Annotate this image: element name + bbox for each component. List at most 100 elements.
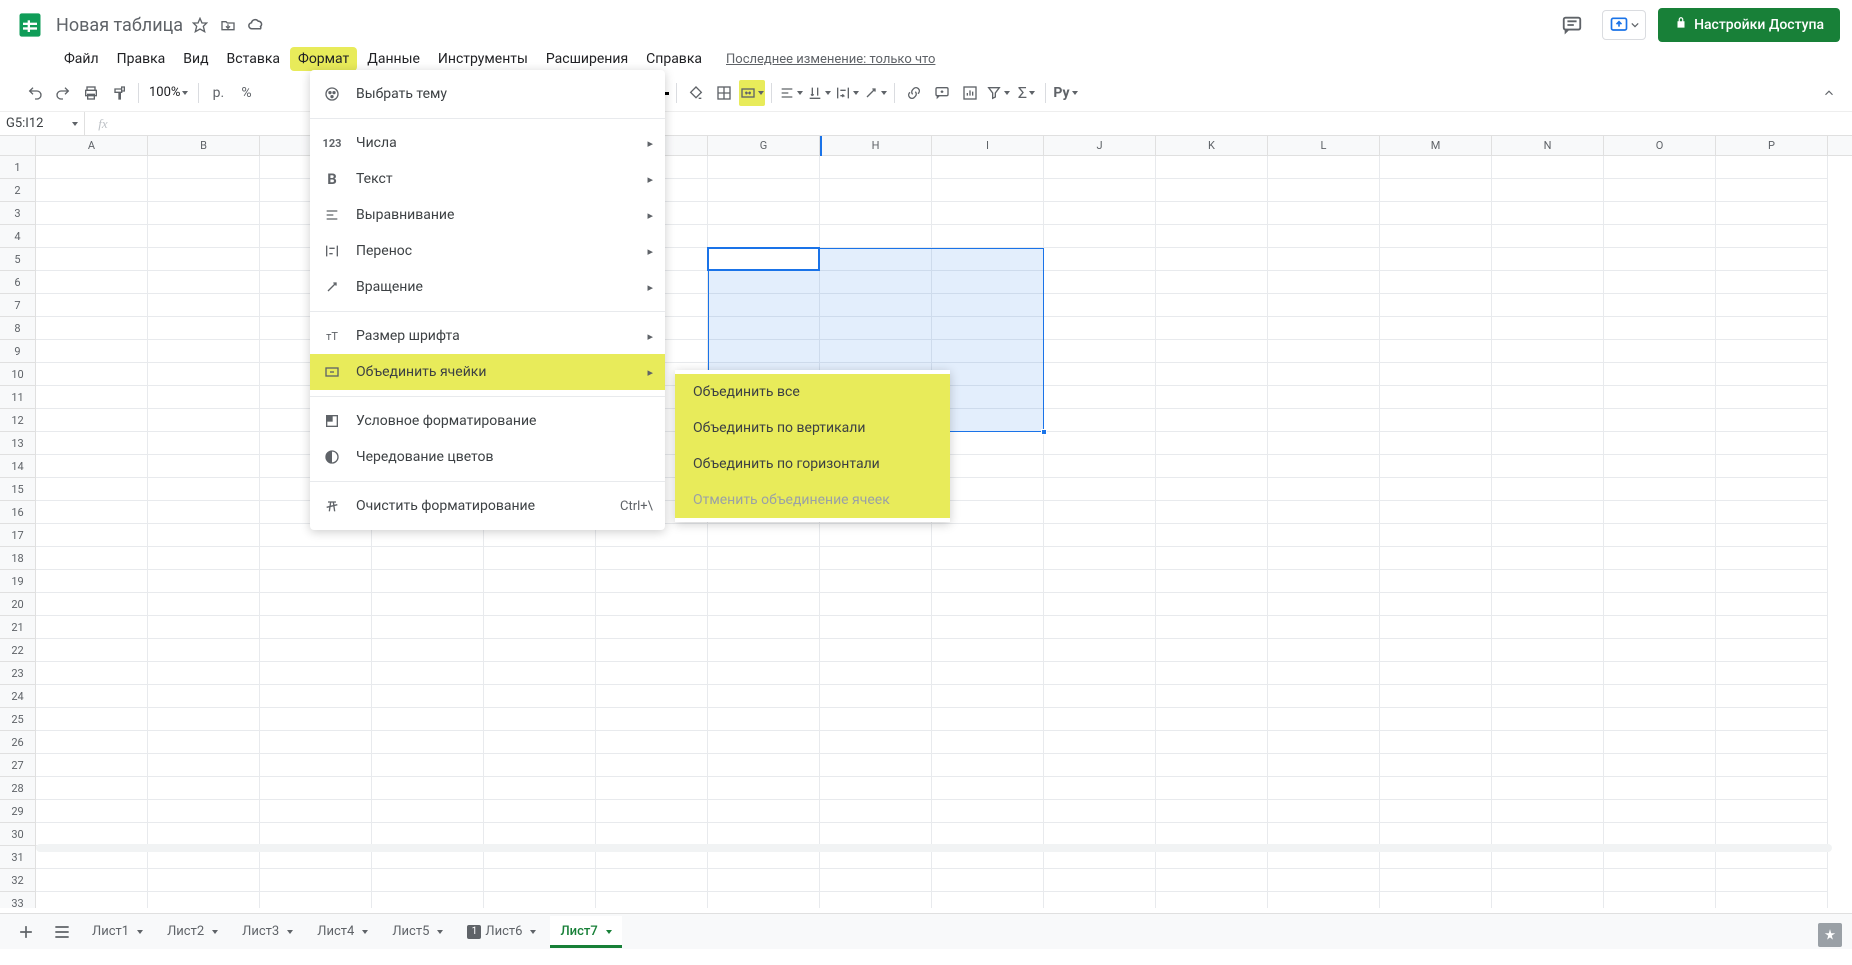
cell[interactable] (1044, 547, 1156, 570)
cell[interactable] (1492, 869, 1604, 892)
sheet-tab[interactable]: Лист4 (307, 916, 378, 948)
cell[interactable] (1380, 616, 1492, 639)
cell[interactable] (1604, 386, 1716, 409)
doc-title[interactable]: Новая таблица (56, 15, 183, 36)
cell[interactable] (1716, 501, 1828, 524)
cloud-icon[interactable] (247, 16, 265, 34)
rotate-button[interactable] (862, 80, 888, 106)
cell[interactable] (372, 685, 484, 708)
cell[interactable] (1492, 892, 1604, 908)
cell[interactable] (1044, 777, 1156, 800)
cell[interactable] (36, 731, 148, 754)
cell[interactable] (1044, 271, 1156, 294)
cell[interactable] (932, 777, 1044, 800)
cell[interactable] (1268, 685, 1380, 708)
cell[interactable] (1492, 386, 1604, 409)
cell[interactable] (932, 823, 1044, 846)
cell[interactable] (1492, 823, 1604, 846)
cell[interactable] (1156, 616, 1268, 639)
cell[interactable] (372, 892, 484, 908)
cell[interactable] (1716, 248, 1828, 271)
cell[interactable] (820, 225, 932, 248)
cell[interactable] (1044, 524, 1156, 547)
link-button[interactable] (901, 80, 927, 106)
cell[interactable] (1044, 869, 1156, 892)
row-header[interactable]: 26 (0, 731, 35, 754)
cell[interactable] (36, 777, 148, 800)
cell[interactable] (1044, 156, 1156, 179)
cell[interactable] (260, 685, 372, 708)
cell[interactable] (484, 731, 596, 754)
cell[interactable] (1716, 616, 1828, 639)
cell[interactable] (1156, 731, 1268, 754)
cell[interactable] (820, 685, 932, 708)
cell[interactable] (1716, 708, 1828, 731)
cell[interactable] (148, 708, 260, 731)
cell[interactable] (1492, 409, 1604, 432)
cell[interactable] (148, 432, 260, 455)
cell[interactable] (1380, 455, 1492, 478)
cell[interactable] (484, 800, 596, 823)
cell[interactable] (1604, 662, 1716, 685)
percent-button[interactable]: % (233, 80, 259, 106)
cell[interactable] (932, 570, 1044, 593)
cell[interactable] (1156, 800, 1268, 823)
cell[interactable] (708, 616, 820, 639)
h-align-button[interactable] (778, 80, 804, 106)
cell[interactable] (1380, 386, 1492, 409)
filter-button[interactable] (985, 80, 1011, 106)
cell[interactable] (148, 478, 260, 501)
cell[interactable] (1156, 225, 1268, 248)
cell[interactable] (1380, 248, 1492, 271)
cell[interactable] (36, 524, 148, 547)
cell[interactable] (820, 524, 932, 547)
merge-cancel[interactable]: Отменить объединение ячеек (675, 482, 950, 518)
cell[interactable] (1044, 616, 1156, 639)
cell[interactable] (708, 156, 820, 179)
zoom-select[interactable]: 100% (145, 80, 192, 106)
cell[interactable] (708, 892, 820, 908)
cell[interactable] (36, 225, 148, 248)
cell[interactable] (148, 662, 260, 685)
cell[interactable] (1156, 294, 1268, 317)
cell[interactable] (596, 823, 708, 846)
cell[interactable] (484, 662, 596, 685)
menu-fontsize[interactable]: тТРазмер шрифта (310, 318, 665, 354)
cell[interactable] (1716, 800, 1828, 823)
move-icon[interactable] (219, 16, 237, 34)
col-header[interactable]: O (1604, 136, 1716, 155)
cell[interactable] (1604, 892, 1716, 908)
row-header[interactable]: 27 (0, 754, 35, 777)
cell[interactable] (1716, 892, 1828, 908)
cell[interactable] (708, 202, 820, 225)
cell[interactable] (596, 570, 708, 593)
cell[interactable] (1268, 455, 1380, 478)
cell[interactable] (1604, 869, 1716, 892)
cell[interactable] (1380, 225, 1492, 248)
cell[interactable] (820, 570, 932, 593)
cell[interactable] (1044, 202, 1156, 225)
cell[interactable] (1268, 317, 1380, 340)
row-header[interactable]: 13 (0, 432, 35, 455)
cell[interactable] (1604, 685, 1716, 708)
row-header[interactable]: 24 (0, 685, 35, 708)
cell[interactable] (1380, 754, 1492, 777)
cell[interactable] (932, 639, 1044, 662)
cell[interactable] (484, 570, 596, 593)
cell[interactable] (820, 662, 932, 685)
cell[interactable] (932, 869, 1044, 892)
cell[interactable] (260, 754, 372, 777)
cell[interactable] (932, 754, 1044, 777)
sheet-tab[interactable]: Лист7 (550, 916, 621, 948)
cell[interactable] (148, 225, 260, 248)
cell[interactable] (1492, 294, 1604, 317)
cell[interactable] (1156, 478, 1268, 501)
cell[interactable] (1268, 501, 1380, 524)
cell[interactable] (1716, 754, 1828, 777)
cell[interactable] (1716, 432, 1828, 455)
cell[interactable] (1604, 524, 1716, 547)
cell[interactable] (596, 731, 708, 754)
cell[interactable] (260, 616, 372, 639)
cell[interactable] (1604, 639, 1716, 662)
cell[interactable] (1268, 248, 1380, 271)
